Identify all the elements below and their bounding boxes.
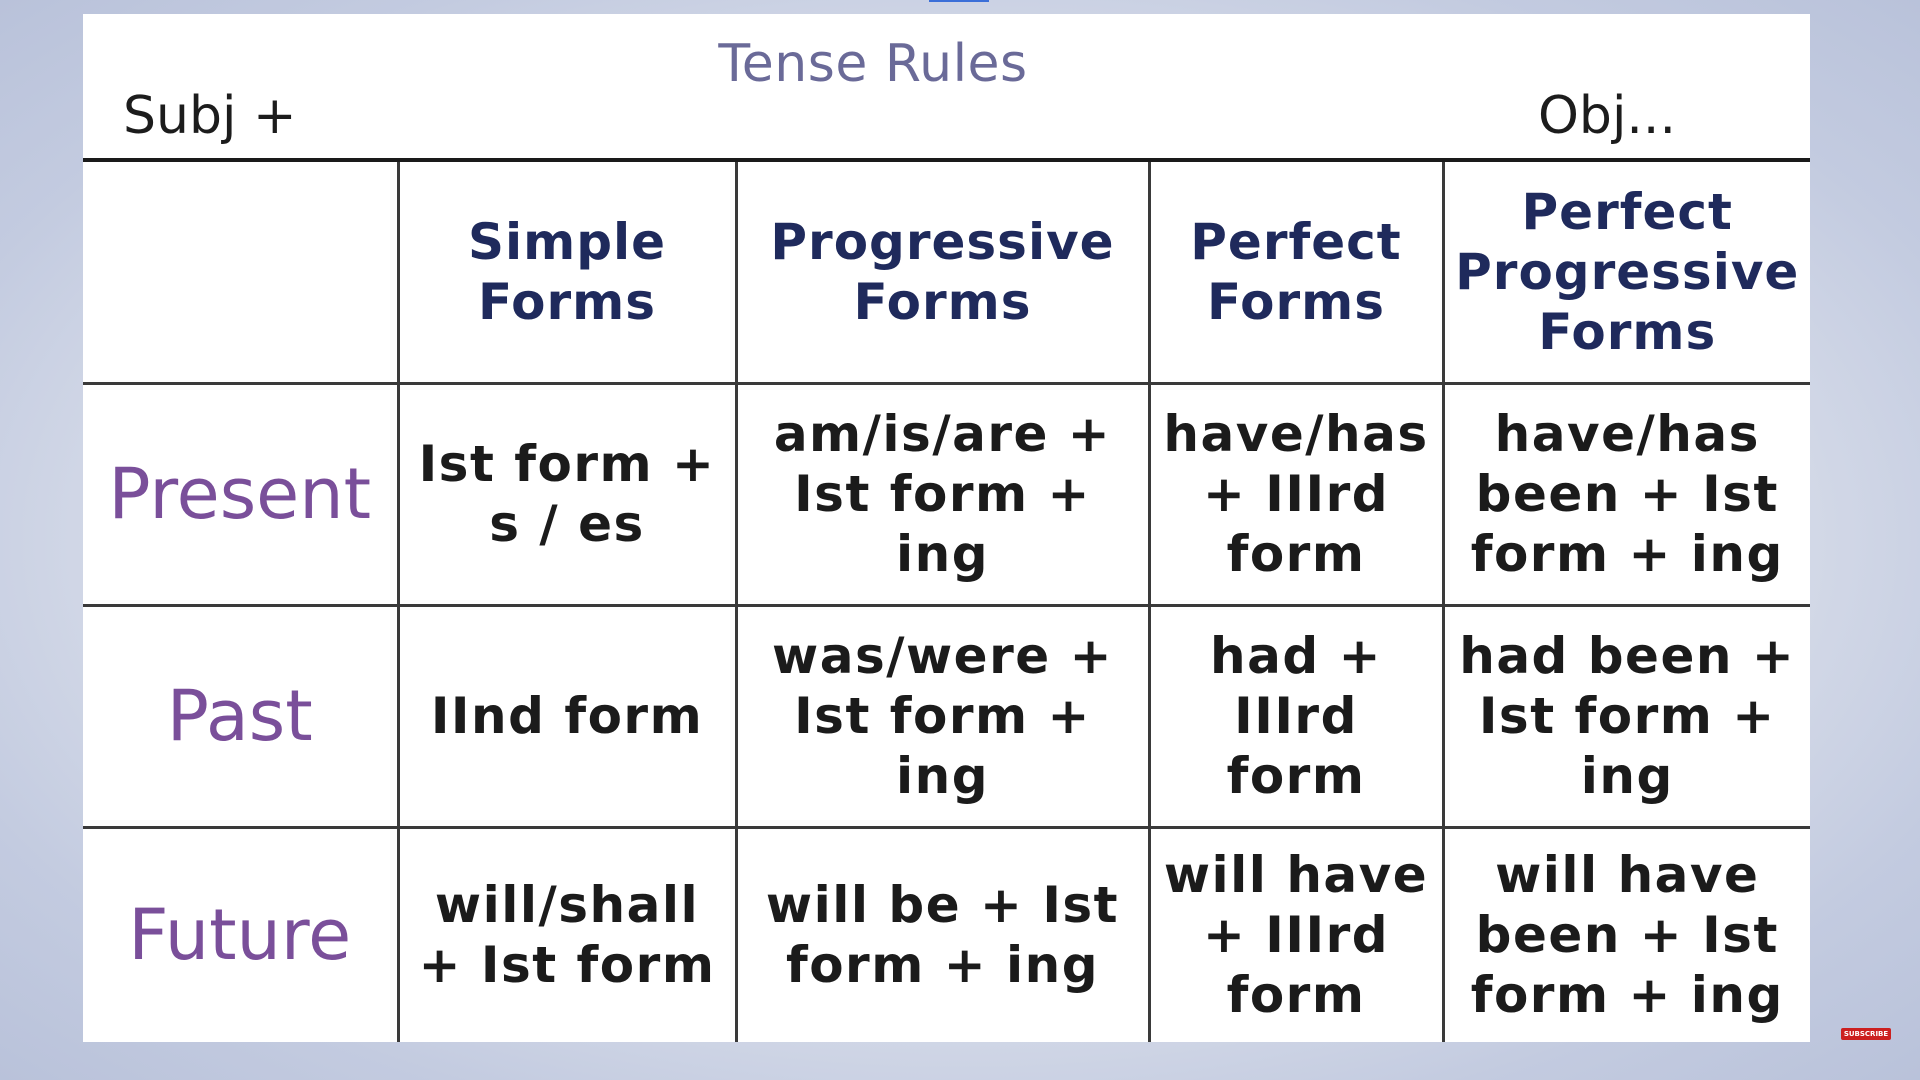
tense-table: Simple Forms Progressive Forms Perfect F… [83,162,1810,1042]
corner-cell [83,162,398,383]
slide: Tense Rules Subj + Obj... Simple Forms P… [83,14,1810,1042]
column-header-simple: Simple Forms [396,162,736,383]
cell-past-perfect: had + IIIrd form [1147,603,1443,827]
column-header-perfect-progressive: Perfect Progressive Forms [1441,162,1810,383]
cell-present-perfect-progressive: have/has been + Ist form + ing [1441,381,1810,605]
cell-past-progressive: was/were + Ist form + ing [734,603,1149,827]
cell-present-progressive: am/is/are + Ist form + ing [734,381,1149,605]
column-header-perfect: Perfect Forms [1147,162,1443,383]
object-label: Obj... [1538,86,1676,146]
row-header-past: Past [83,603,398,827]
cell-future-progressive: will be + Ist form + ing [734,825,1149,1042]
table-row-past: Past IInd form was/were + Ist form + ing… [83,603,1810,827]
slide-title: Tense Rules [718,34,1028,94]
cell-present-perfect: have/has + IIIrd form [1147,381,1443,605]
column-header-progressive: Progressive Forms [734,162,1149,383]
subject-label: Subj + [123,86,297,146]
cell-future-perfect-progressive: will have been + Ist form + ing [1441,825,1810,1042]
cell-future-perfect: will have + IIIrd form [1147,825,1443,1042]
row-header-future: Future [83,825,398,1042]
table-row-future: Future will/shall + Ist form will be + I… [83,825,1810,1042]
subscribe-button[interactable]: SUBSCRIBE [1841,1028,1891,1040]
top-progress-indicator [929,0,989,2]
table-row-present: Present Ist form + s / es am/is/are + Is… [83,381,1810,605]
table-header-row: Simple Forms Progressive Forms Perfect F… [83,162,1810,383]
cell-past-perfect-progressive: had been + Ist form + ing [1441,603,1810,827]
cell-present-simple: Ist form + s / es [396,381,736,605]
row-header-present: Present [83,381,398,605]
cell-past-simple: IInd form [396,603,736,827]
cell-future-simple: will/shall + Ist form [396,825,736,1042]
